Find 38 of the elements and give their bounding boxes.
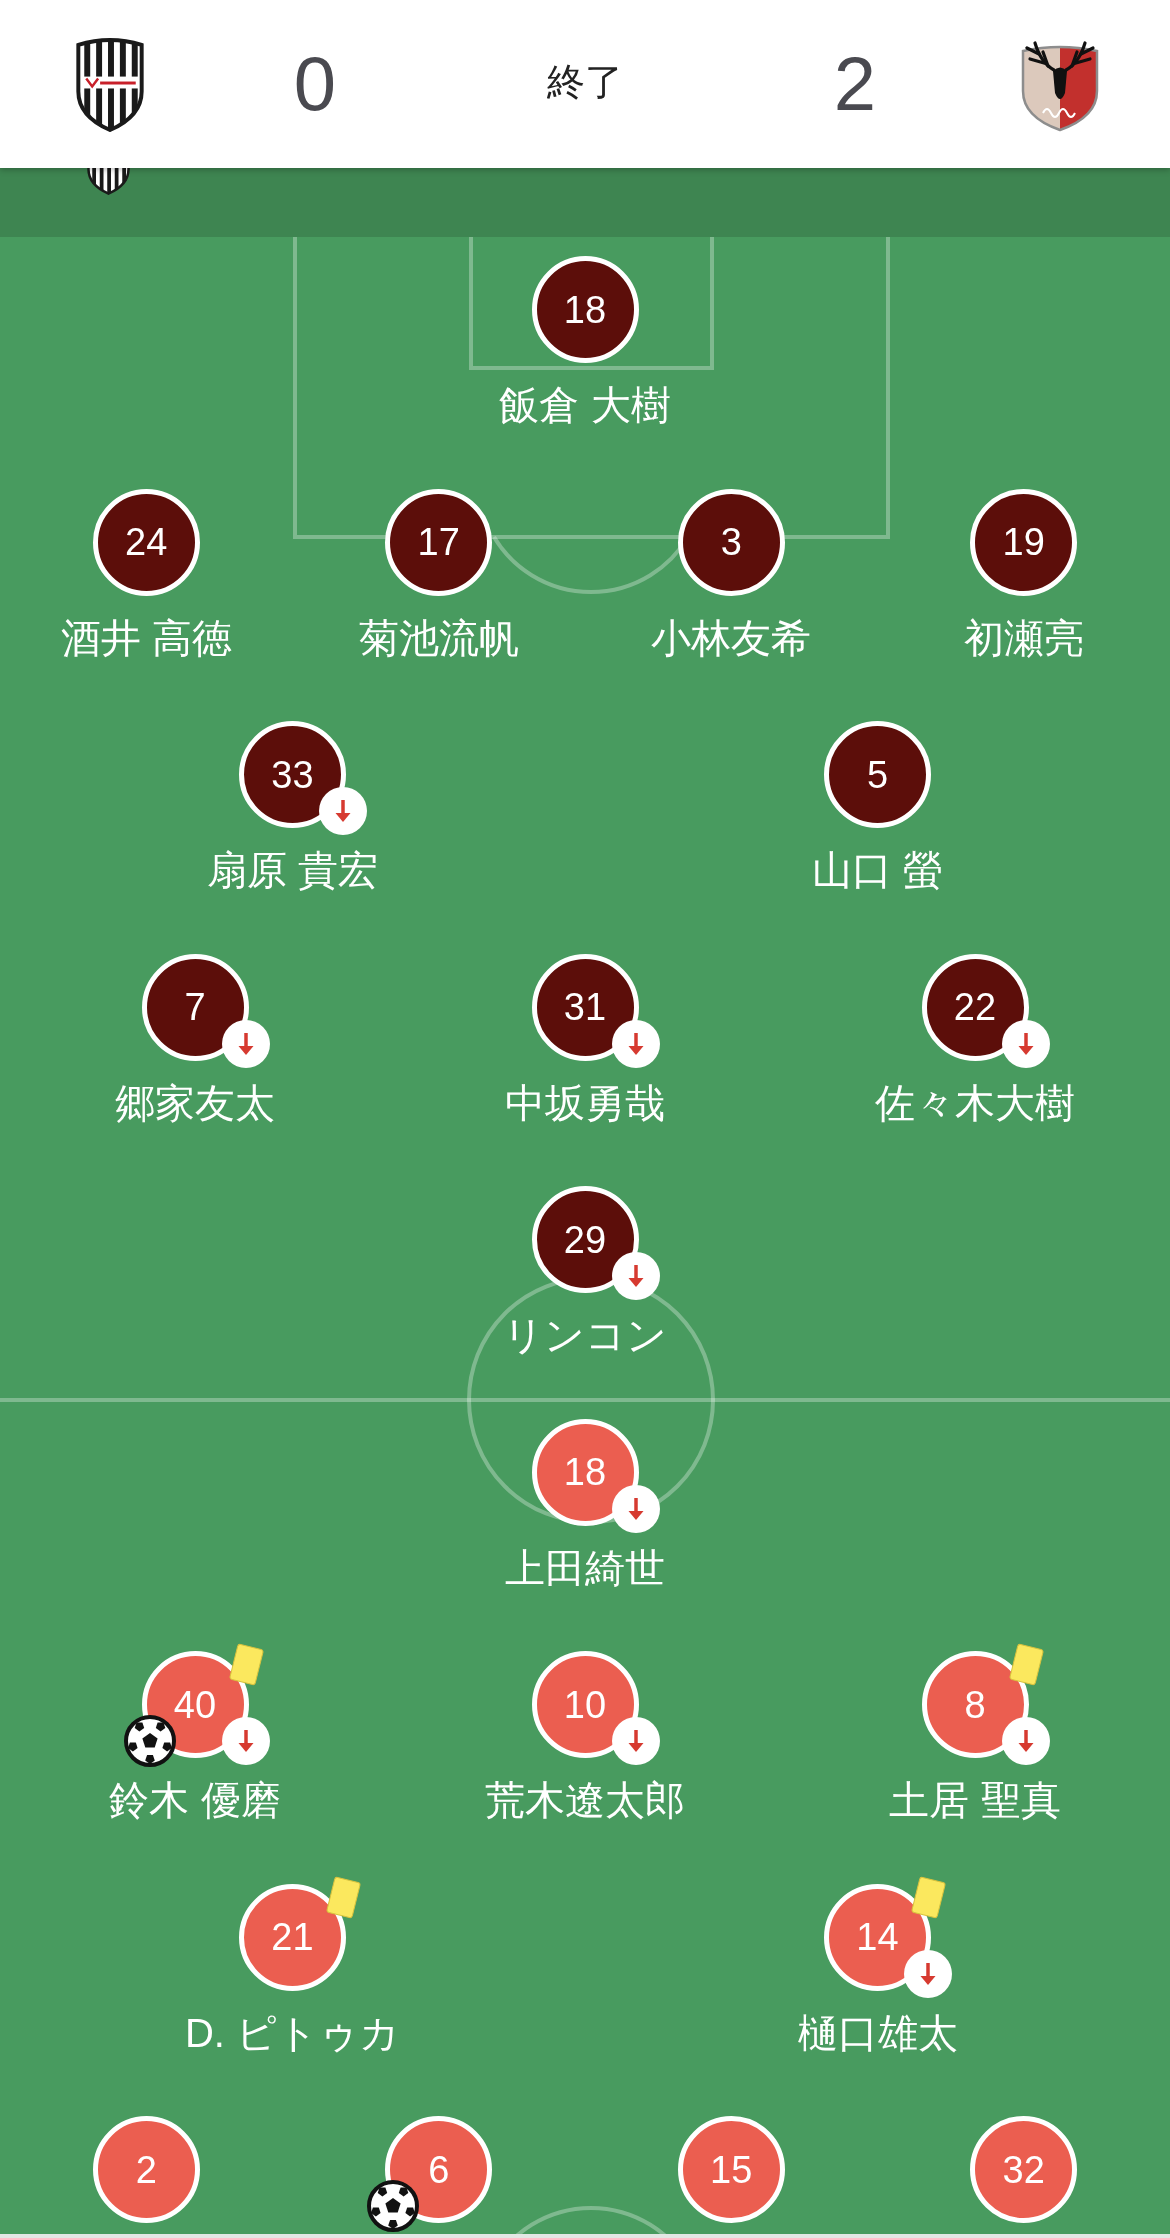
player-name: リンコン: [503, 1313, 667, 1357]
player-number-marker: 31: [531, 953, 639, 1061]
player-name: 荒木遼太郎: [485, 1778, 685, 1822]
player-name: 小林友希: [651, 615, 812, 660]
player-name: 鈴木 優磨: [109, 1778, 281, 1822]
player-name: 山口 螢: [811, 848, 944, 892]
player-number-marker: 21: [239, 1883, 346, 1991]
player-name: 酒井 高徳: [60, 615, 232, 660]
away-score: 2: [833, 46, 877, 122]
player-name: 菊池流帆: [358, 615, 519, 660]
player-name: 佐々木大樹: [875, 1080, 1075, 1125]
player-name: 飯倉 大樹: [499, 383, 671, 427]
player-number-marker: 7: [141, 953, 249, 1061]
player-number-marker: 18: [531, 256, 639, 363]
player-name: 上田綺世: [505, 1545, 665, 1590]
striped-crest-icon: [74, 36, 146, 132]
player-name: 初瀬亮: [963, 615, 1084, 660]
player-name: 郷家友太: [115, 1080, 275, 1125]
player-number-marker: 18: [531, 1418, 639, 1526]
player-number-marker: 33: [239, 721, 346, 828]
home-score: 0: [293, 46, 337, 122]
player-number-marker: 2: [92, 2116, 200, 2223]
player-name: 土居 聖真: [889, 1778, 1061, 1822]
player-number-marker: 15: [677, 2116, 785, 2223]
player-name: 扇原 貴宏: [206, 848, 379, 892]
player-number-marker: 29: [531, 1186, 639, 1293]
player-name: 樋口雄太: [797, 2010, 958, 2055]
player-number-marker: 5: [824, 721, 931, 828]
player-number-marker: 19: [970, 488, 1078, 596]
player-number-marker: 17: [385, 488, 493, 596]
player-number-marker: 32: [970, 2116, 1078, 2223]
player-number-marker: 22: [921, 953, 1029, 1061]
player-number-marker: 24: [92, 488, 200, 596]
player-name: 中坂勇哉: [505, 1080, 665, 1125]
player-number-marker: 3: [677, 488, 785, 596]
player-number-marker: 10: [531, 1651, 639, 1758]
player-name: D. ピトゥカ: [184, 2010, 401, 2055]
match-status: 終了: [547, 63, 623, 101]
